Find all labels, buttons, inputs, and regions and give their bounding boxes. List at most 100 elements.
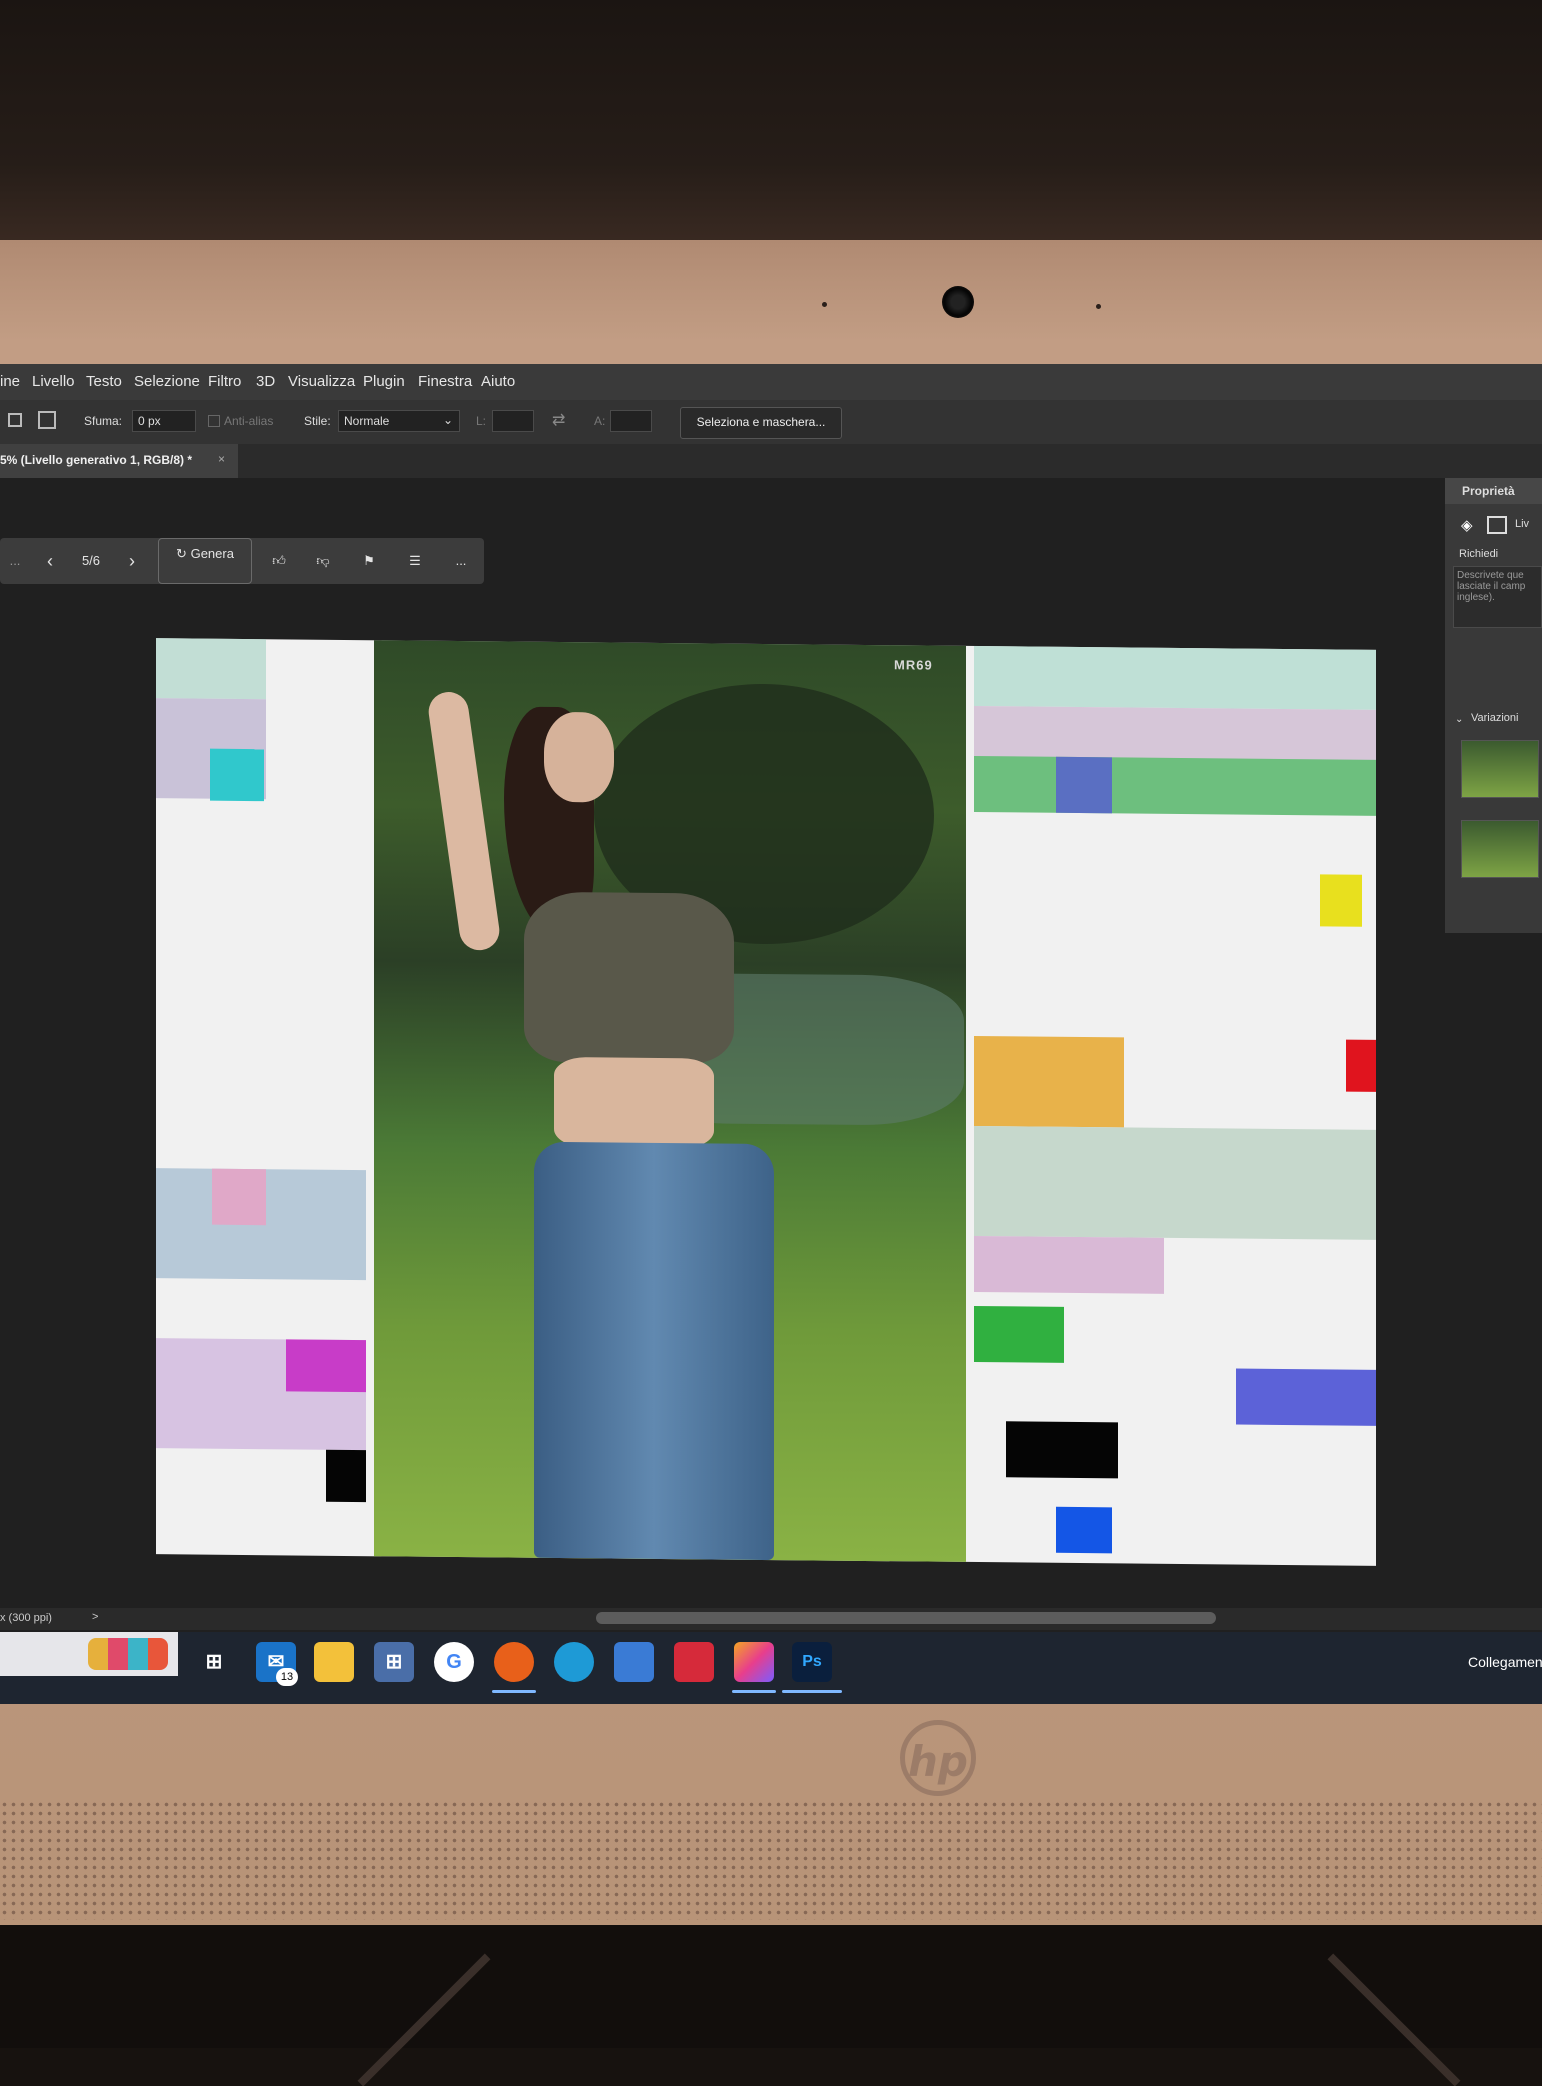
google-icon[interactable]: G (434, 1642, 474, 1682)
chevron-right-icon[interactable]: > (92, 1611, 98, 1623)
chevron-down-icon: ⌄ (442, 413, 453, 427)
document-tab[interactable]: 5% (Livello generativo 1, RGB/8) * × (0, 444, 238, 478)
chevron-left-icon[interactable]: ‹ (38, 538, 62, 584)
file-explorer-icon[interactable] (314, 1642, 354, 1682)
generated-tile (1346, 1039, 1376, 1092)
menu-item-plugins[interactable]: Plugin (363, 373, 405, 390)
variation-thumbnail[interactable] (1461, 740, 1539, 798)
feather-input[interactable]: 0 px (132, 410, 196, 432)
figure-top (524, 891, 734, 1064)
antialias-label: Anti-alias (224, 414, 274, 428)
menu-item-window[interactable]: Finestra (418, 373, 472, 390)
close-icon[interactable]: × (218, 452, 225, 466)
generated-tile (1056, 1506, 1112, 1554)
document-canvas[interactable]: MR69 (156, 638, 1376, 1566)
new-selection-icon[interactable] (8, 413, 22, 427)
generated-tile (974, 755, 1376, 816)
document-tab-row: 5% (Livello generativo 1, RGB/8) * × (0, 444, 1542, 478)
desk-shadow (0, 1925, 1542, 2048)
generated-tile (974, 645, 1376, 710)
generated-tile (1320, 874, 1362, 927)
generated-tile (1006, 1421, 1118, 1479)
menu-item-view[interactable]: Visualizza (288, 373, 355, 390)
properties-panel: Proprietà ◈ Liv Richiedi Descrivete que … (1445, 478, 1542, 933)
mail-badge: 13 (276, 1668, 298, 1686)
webcam-icon (942, 286, 974, 318)
sensor-dot (822, 302, 827, 307)
generate-button[interactable]: ↻ Genera (158, 538, 252, 584)
layer-label: Liv (1515, 518, 1530, 530)
active-indicator (732, 1690, 776, 1693)
feather-label: Sfuma: (84, 414, 123, 428)
menu-item-layer[interactable]: Livello (32, 373, 75, 390)
subject-photo: MR69 (374, 640, 966, 1562)
swap-icon[interactable]: ⇄ (552, 410, 565, 430)
edge-icon[interactable] (554, 1642, 594, 1682)
settings-sliders-icon[interactable]: ☰ (402, 538, 428, 584)
watermark: MR69 (894, 657, 933, 673)
generated-tile (210, 748, 264, 802)
menu-item-select[interactable]: Selezione (134, 373, 200, 390)
menu-item-help[interactable]: Aiuto (481, 373, 515, 390)
figure-jeans (534, 1141, 774, 1561)
width-label: L: (476, 414, 487, 428)
document-resolution: x (300 ppi) (0, 1612, 52, 1624)
thumbs-up-icon[interactable]: 👍︎ (266, 538, 292, 584)
properties-panel-title: Proprietà (1445, 478, 1542, 504)
prompt-label: Richiedi (1459, 548, 1499, 560)
contextual-taskbar: ... ‹ 5/6 › ↻ Genera 👍︎ 👎︎ ⚑ ☰ ... (0, 538, 484, 584)
photoshop-icon[interactable]: Ps (792, 1642, 832, 1682)
antialias-checkbox[interactable] (208, 415, 220, 427)
prompt-truncated[interactable]: ... (0, 538, 30, 584)
add-selection-icon[interactable] (38, 411, 56, 429)
menu-item-type[interactable]: Testo (86, 373, 122, 390)
generated-tile (974, 1235, 1164, 1294)
refresh-icon: ↻ (176, 546, 187, 561)
menu-item-3d[interactable]: 3D (256, 373, 275, 390)
screen: ine Livello Testo Selezione Filtro 3D Vi… (0, 364, 1542, 1704)
select-and-mask-button[interactable]: Seleziona e maschera... (680, 407, 842, 439)
chevron-right-icon[interactable]: › (120, 538, 144, 584)
style-label: Stile: (304, 414, 331, 428)
options-bar: Sfuma: 0 px Anti-alias Stile: Normale ⌄ … (0, 400, 1542, 444)
generated-tile (1236, 1368, 1376, 1426)
style-select-value: Normale (344, 414, 390, 428)
menu-bar: ine Livello Testo Selezione Filtro 3D Vi… (0, 364, 1542, 400)
horizontal-scrollbar[interactable] (596, 1612, 1216, 1624)
active-indicator (782, 1690, 842, 1693)
taskbar-widget[interactable] (0, 1632, 178, 1676)
clothing-icons (88, 1638, 168, 1670)
photos-icon[interactable] (734, 1642, 774, 1682)
figure-arm (426, 689, 502, 953)
firefox-icon[interactable] (494, 1642, 534, 1682)
tray-link-text[interactable]: Collegamen (1468, 1654, 1542, 1670)
height-input[interactable] (610, 410, 652, 432)
prompt-input[interactable]: Descrivete que lasciate il camp inglese)… (1453, 566, 1542, 628)
more-options-icon[interactable]: ... (446, 538, 476, 584)
height-label: A: (594, 414, 606, 428)
generated-tile (974, 1305, 1064, 1363)
width-input[interactable] (492, 410, 534, 432)
variations-label: Variazioni (1471, 712, 1519, 724)
thumbs-down-icon[interactable]: 👎︎ (310, 538, 336, 584)
task-view-icon[interactable]: ⊞ (194, 1642, 234, 1682)
sensor-dot (1096, 304, 1101, 309)
hp-logo: hp (900, 1720, 976, 1796)
chevron-down-icon[interactable]: ⌄ (1455, 714, 1463, 725)
mask-icon[interactable] (1487, 516, 1507, 534)
store-icon[interactable]: ⊞ (374, 1642, 414, 1682)
menu-item-image[interactable]: ine (0, 373, 20, 390)
variation-thumbnail[interactable] (1461, 820, 1539, 878)
generative-layer-icon: ◈ (1461, 517, 1473, 534)
calculator-icon[interactable] (614, 1642, 654, 1682)
generated-tile (974, 1035, 1124, 1128)
flag-icon[interactable]: ⚑ (356, 538, 382, 584)
active-indicator (492, 1690, 536, 1693)
generated-tile (1056, 756, 1112, 814)
generated-tile (326, 1449, 366, 1503)
style-select[interactable]: Normale ⌄ (338, 410, 460, 432)
variation-counter: 5/6 (81, 553, 101, 568)
figure-head (544, 711, 614, 803)
app-icon[interactable] (674, 1642, 714, 1682)
menu-item-filter[interactable]: Filtro (208, 373, 241, 390)
